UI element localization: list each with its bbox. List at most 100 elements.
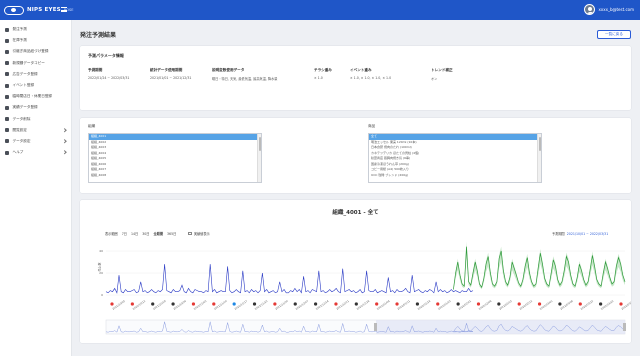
- event-marker-icon[interactable]: [415, 302, 419, 306]
- forecast-chart[interactable]: 0 20 40 2021/10/05 2021/10/12 2021/10/19 2021/…: [80, 200, 631, 343]
- event-marker-icon[interactable]: [273, 302, 277, 306]
- sidebar-item-9[interactable]: 閲覧設定: [0, 125, 71, 136]
- event-marker-icon[interactable]: [619, 302, 623, 306]
- y-tick-label: 20: [99, 271, 103, 275]
- param-value: 2021/01/01 ~ 2021/12/31: [150, 76, 192, 80]
- event-marker-icon[interactable]: [599, 302, 603, 306]
- event-marker-icon[interactable]: [354, 302, 358, 306]
- param-label: イベント重み: [350, 68, 372, 72]
- sidebar-item-11[interactable]: ヘルプ: [0, 147, 71, 158]
- sidebar: 発注予測 在庫予測 引継ぎ商品紐づけ登録新規棚データコピー広告データ登録イベント登録…: [0, 20, 72, 356]
- sidebar-item-7[interactable]: 実績データ登録: [0, 102, 71, 113]
- event-date-label: 2021/12/21: [335, 299, 350, 311]
- user-menu[interactable]: xxxx_b@test.com: [584, 4, 634, 15]
- event-marker-icon[interactable]: [537, 302, 542, 306]
- event-marker-icon[interactable]: [151, 302, 155, 306]
- param-label: 予測期間: [88, 68, 103, 72]
- sidebar-item-4[interactable]: 広告データ登録: [0, 69, 71, 80]
- sidebar-item-3[interactable]: 新規棚データコピー: [0, 58, 71, 69]
- eye-logo-icon: [4, 5, 24, 15]
- product-listbox[interactable]: 全て 明治エッセル 果実 120ml (10本) 日本食研 焼肉のたれ (100ml…: [368, 133, 542, 183]
- event-marker-icon[interactable]: [293, 302, 297, 306]
- event-marker-icon[interactable]: [232, 302, 236, 306]
- event-marker-icon[interactable]: [212, 302, 216, 306]
- param-value: 曜日・特日, 天気, 最低気温, 最高気温, 降水量: [212, 77, 278, 81]
- event-date-label: 2021/10/19: [152, 299, 167, 311]
- actual-series-line: [105, 264, 474, 294]
- event-marker-icon[interactable]: [558, 302, 562, 306]
- sidebar-item-label: 実績データ登録: [12, 105, 38, 110]
- event-marker-icon[interactable]: [476, 302, 481, 306]
- event-date-label: 2022/03/08: [559, 299, 574, 311]
- navigator-selection[interactable]: [376, 320, 625, 334]
- list-item[interactable]: UCC 珈琲 ブレンド (200g): [369, 173, 541, 179]
- param-label: 説明変数使用データ: [212, 68, 245, 72]
- sidebar-item-label: ヘルプ: [12, 150, 24, 155]
- sidebar-item-8[interactable]: データ削除: [0, 114, 71, 125]
- sidebar-item-label: イベント登録: [12, 83, 35, 88]
- event-marker-icon[interactable]: [456, 302, 460, 306]
- menu-item-icon: [5, 139, 9, 144]
- event-date-label: 2022/02/01: [457, 299, 472, 311]
- menu-toggle-icon[interactable]: [61, 7, 67, 12]
- event-date-label: 2021/10/26: [172, 299, 187, 311]
- event-date-label: 2021/12/07: [295, 299, 310, 311]
- sidebar-item-0[interactable]: 発注予測: [0, 24, 71, 35]
- event-marker-icon[interactable]: [375, 302, 379, 306]
- event-date-label: 2021/12/14: [315, 299, 330, 311]
- event-date-label: 2022/02/22: [518, 299, 533, 311]
- sidebar-item-label: 新規棚データコピー: [12, 60, 45, 65]
- top-bar: NIPS EYES ROSE xxxx_b@test.com: [0, 0, 640, 20]
- sidebar-item-1[interactable]: 在庫予測: [0, 35, 71, 46]
- event-date-label: 2022/02/08: [478, 299, 493, 311]
- event-marker-icon[interactable]: [334, 302, 338, 306]
- event-marker-icon[interactable]: [517, 302, 521, 306]
- event-date-label: 2022/01/18: [417, 299, 432, 311]
- sidebar-item-2[interactable]: 引継ぎ商品紐づけ登録: [0, 46, 71, 57]
- event-date-label: 2021/11/30: [274, 299, 289, 311]
- event-date-label: 2022/01/25: [437, 299, 452, 311]
- list-item[interactable]: 組織_4008: [89, 173, 261, 179]
- sidebar-item-label: データ削除: [12, 116, 31, 121]
- sidebar-item-10[interactable]: データ設定: [0, 136, 71, 147]
- org-listbox[interactable]: 組織_4001 組織_4002 組織_4003 組織_4004 組織_4005 組織_40…: [88, 133, 262, 183]
- menu-item-icon: [5, 117, 9, 122]
- event-date-label: 2022/01/04: [376, 299, 391, 311]
- event-marker-icon[interactable]: [130, 302, 134, 306]
- sidebar-item-label: 臨時閉店日・休業日登録: [12, 94, 53, 99]
- event-marker-icon[interactable]: [314, 302, 318, 306]
- event-marker-icon[interactable]: [191, 302, 196, 306]
- param-label: トレンド補正: [431, 68, 453, 72]
- event-marker-icon[interactable]: [252, 302, 257, 306]
- sidebar-item-5[interactable]: イベント登録: [0, 80, 71, 91]
- event-marker-icon[interactable]: [436, 302, 440, 306]
- event-date-label: 2021/10/12: [132, 299, 147, 311]
- product-list-scrollbar[interactable]: [537, 134, 541, 182]
- event-marker-icon[interactable]: [578, 302, 582, 306]
- param-2: 説明変数使用データ曜日・特日, 天気, 最低気温, 最高気温, 降水量: [212, 68, 277, 81]
- sidebar-item-6[interactable]: 臨時閉店日・休業日登録: [0, 91, 71, 102]
- page-title: 発注予測結果: [80, 32, 117, 39]
- logo-text: NIPS EYES: [27, 7, 61, 13]
- event-date-label: 2021/11/10: [213, 299, 228, 311]
- param-0: 予測期間 2022/01/24 ~ 2022/03/31: [88, 68, 129, 80]
- event-date-label: 2021/10/05: [111, 299, 126, 311]
- navigator-handle-right[interactable]: [623, 323, 626, 331]
- parameter-card: 予測パラメータ情報 予測期間 2022/01/24 ~ 2022/03/31 統計デ…: [80, 46, 631, 110]
- menu-item-icon: [5, 38, 9, 43]
- selection-card: 組織 組織_4001 組織_4002 組織_4003 組織_4004 組織_4005 組織…: [80, 118, 631, 193]
- param-1: 統計データ使用期間 2021/01/01 ~ 2021/12/31: [150, 68, 191, 80]
- event-marker-icon[interactable]: [171, 302, 175, 306]
- param-value: 2022/01/24 ~ 2022/03/31: [88, 76, 130, 80]
- param-value: × 1.0, × 1.0, × 1.0, × 1.0: [350, 76, 392, 80]
- event-date-label: 2021/11/17: [233, 299, 248, 311]
- chevron-icon: [61, 150, 66, 155]
- event-marker-icon[interactable]: [395, 302, 399, 306]
- event-date-label: 2022/03/22: [600, 299, 615, 311]
- event-marker-icon[interactable]: [110, 302, 114, 306]
- navigator-handle-left[interactable]: [374, 323, 377, 331]
- event-date-label: 2021/11/23: [254, 299, 269, 311]
- org-list-scrollbar[interactable]: [257, 134, 261, 182]
- back-to-list-button[interactable]: 一覧に戻る: [597, 30, 631, 39]
- event-marker-icon[interactable]: [497, 302, 501, 306]
